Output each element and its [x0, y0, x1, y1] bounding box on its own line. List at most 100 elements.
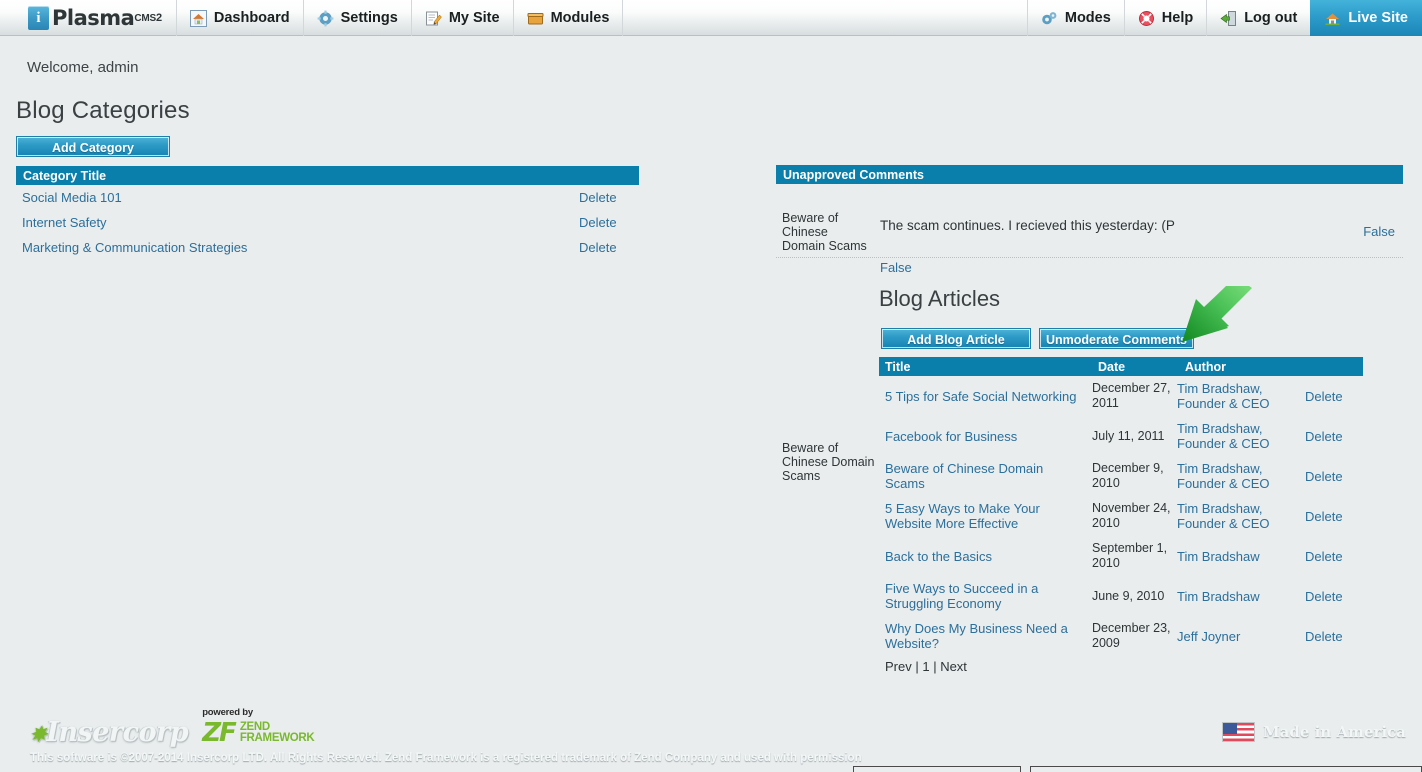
- nav-item-live-site[interactable]: Live Site: [1310, 0, 1422, 36]
- category-title-link[interactable]: Marketing & Communication Strategies: [22, 240, 579, 255]
- pager-separator: |: [929, 659, 941, 674]
- logo-sup-version: 2: [155, 12, 162, 24]
- table-row: Beware of Chinese Domain Scams The scam …: [776, 186, 1403, 275]
- gears-icon: [1041, 10, 1058, 27]
- zend-logo-row: ZF ZEND FRAMEWORK: [202, 717, 315, 748]
- comment-approve-link[interactable]: False: [880, 260, 912, 275]
- article-date: November 24, 2010: [1092, 501, 1171, 530]
- delete-category-link[interactable]: Delete: [579, 215, 639, 230]
- box-icon: [527, 10, 544, 27]
- table-row: Back to the Basics September 1, 2010 Tim…: [879, 536, 1363, 576]
- lifering-icon: [1138, 10, 1155, 27]
- flag-canton: [1223, 723, 1238, 734]
- usa-flag-icon: [1222, 722, 1256, 742]
- category-title-link[interactable]: Social Media 101: [22, 190, 579, 205]
- column-header-date: Date: [1098, 359, 1126, 374]
- zend-framework-logo: powered by ZF ZEND FRAMEWORK: [202, 708, 315, 748]
- articles-table-header-row: Title Date Author: [879, 357, 1363, 376]
- page-title: Blog Categories: [16, 97, 190, 124]
- welcome-message: Welcome, admin: [27, 59, 139, 76]
- nav-label-help: Help: [1161, 10, 1194, 26]
- table-row: 5 Easy Ways to Make Your Website More Ef…: [879, 496, 1363, 536]
- article-author-link[interactable]: Tim Bradshaw, Founder & CEO: [1177, 461, 1297, 491]
- delete-article-link[interactable]: Delete: [1297, 589, 1347, 604]
- article-date: September 1, 2010: [1092, 541, 1168, 570]
- bottom-chrome-panel-left[interactable]: [853, 766, 1021, 772]
- column-header-author: Author: [1185, 359, 1226, 374]
- logo-superscript: CMS2: [134, 12, 162, 24]
- zend-wordmark: ZEND FRAMEWORK: [239, 720, 315, 744]
- nav-label-dashboard: Dashboard: [213, 10, 290, 26]
- article-date: December 23, 2009: [1092, 621, 1171, 650]
- browser-bottom-chrome: [0, 766, 1422, 772]
- article-title-link[interactable]: Facebook for Business: [885, 429, 1092, 444]
- nav-label-my-site: My Site: [448, 10, 500, 26]
- delete-category-link[interactable]: Delete: [579, 190, 639, 205]
- nav-item-settings[interactable]: Settings: [304, 0, 412, 36]
- delete-article-link[interactable]: Delete: [1297, 469, 1347, 484]
- article-title-link[interactable]: Why Does My Business Need a Website?: [885, 621, 1092, 651]
- star-icon: ✸: [30, 721, 47, 746]
- category-title-link[interactable]: Internet Safety: [22, 215, 579, 230]
- zend-word-zend: ZEND: [239, 720, 270, 733]
- pager-prev-link[interactable]: Prev: [885, 659, 912, 674]
- zend-zf-mark: ZF: [202, 717, 237, 748]
- table-row: Marketing & Communication Strategies Del…: [16, 235, 639, 260]
- made-in-america-label: Made in America: [1263, 723, 1406, 741]
- logo-wordmark: Plasma: [52, 6, 135, 30]
- delete-article-link[interactable]: Delete: [1297, 389, 1347, 404]
- home-icon: [1324, 10, 1341, 27]
- article-title-link[interactable]: 5 Easy Ways to Make Your Website More Ef…: [885, 501, 1092, 531]
- article-date: July 11, 2011: [1092, 428, 1165, 443]
- article-title-link[interactable]: Back to the Basics: [885, 549, 1092, 564]
- delete-article-link[interactable]: Delete: [1297, 429, 1347, 444]
- add-blog-article-button[interactable]: Add Blog Article: [881, 328, 1031, 349]
- logo-letter: i: [36, 9, 41, 26]
- nav-label-modules: Modules: [550, 10, 610, 26]
- nav-item-my-site[interactable]: My Site: [412, 0, 514, 36]
- nav-item-dashboard[interactable]: Dashboard: [177, 0, 304, 36]
- table-row: Internet Safety Delete: [16, 210, 639, 235]
- nav-label-settings: Settings: [340, 10, 398, 26]
- add-category-button[interactable]: Add Category: [16, 136, 170, 157]
- article-title-link[interactable]: Five Ways to Succeed in a Struggling Eco…: [885, 581, 1092, 611]
- delete-article-link[interactable]: Delete: [1297, 629, 1347, 644]
- bottom-chrome-panel-right[interactable]: [1030, 766, 1422, 772]
- exit-door-icon: [1220, 10, 1237, 27]
- zend-word-framework: FRAMEWORK: [239, 731, 315, 744]
- table-row: Social Media 101 Delete: [16, 185, 639, 210]
- article-author-link[interactable]: Tim Bradshaw, Founder & CEO: [1177, 501, 1297, 531]
- nav-item-modules[interactable]: Modules: [514, 0, 624, 36]
- insercorp-logo: ✸Insercorp: [30, 719, 189, 746]
- pager-separator: |: [911, 659, 923, 674]
- pager-next-link[interactable]: Next: [940, 659, 967, 674]
- article-author-link[interactable]: Jeff Joyner: [1177, 629, 1297, 644]
- table-row: Why Does My Business Need a Website? Dec…: [879, 616, 1363, 656]
- made-in-america-badge: Made in America: [1222, 722, 1406, 742]
- comment-status-link[interactable]: False: [1363, 224, 1395, 239]
- table-row: 5 Tips for Safe Social Networking Decemb…: [879, 376, 1363, 416]
- delete-article-link[interactable]: Delete: [1297, 509, 1347, 524]
- article-author-link[interactable]: Tim Bradshaw: [1177, 589, 1297, 604]
- article-author-link[interactable]: Tim Bradshaw: [1177, 549, 1297, 564]
- table-row: Facebook for Business July 11, 2011 Tim …: [879, 416, 1363, 456]
- delete-category-link[interactable]: Delete: [579, 240, 639, 255]
- overflow-article-title-label: Beware of Chinese Domain Scams: [782, 441, 875, 483]
- article-date: December 27, 2011: [1092, 381, 1171, 410]
- article-author-link[interactable]: Tim Bradshaw, Founder & CEO: [1177, 421, 1297, 451]
- unmoderate-comments-button[interactable]: Unmoderate Comments: [1039, 328, 1194, 349]
- column-header-title: Title: [885, 359, 911, 374]
- nav-item-log-out[interactable]: Log out: [1206, 0, 1310, 36]
- article-author-link[interactable]: Tim Bradshaw, Founder & CEO: [1177, 381, 1297, 411]
- nav-item-modes[interactable]: Modes: [1026, 0, 1124, 36]
- blog-articles-table: Title Date Author 5 Tips for Safe Social…: [879, 357, 1363, 656]
- article-title-link[interactable]: Beware of Chinese Domain Scams: [885, 461, 1092, 491]
- pencil-note-icon: [425, 10, 442, 27]
- nav-item-help[interactable]: Help: [1123, 0, 1206, 36]
- nav-right-group: Modes Help Log out: [1026, 0, 1311, 36]
- article-title-link[interactable]: 5 Tips for Safe Social Networking: [885, 389, 1092, 404]
- logo-badge-icon: i: [28, 6, 49, 30]
- pager-page-1[interactable]: 1: [922, 659, 929, 674]
- plasma-cms-logo[interactable]: i Plasma CMS2: [0, 0, 177, 36]
- delete-article-link[interactable]: Delete: [1297, 549, 1347, 564]
